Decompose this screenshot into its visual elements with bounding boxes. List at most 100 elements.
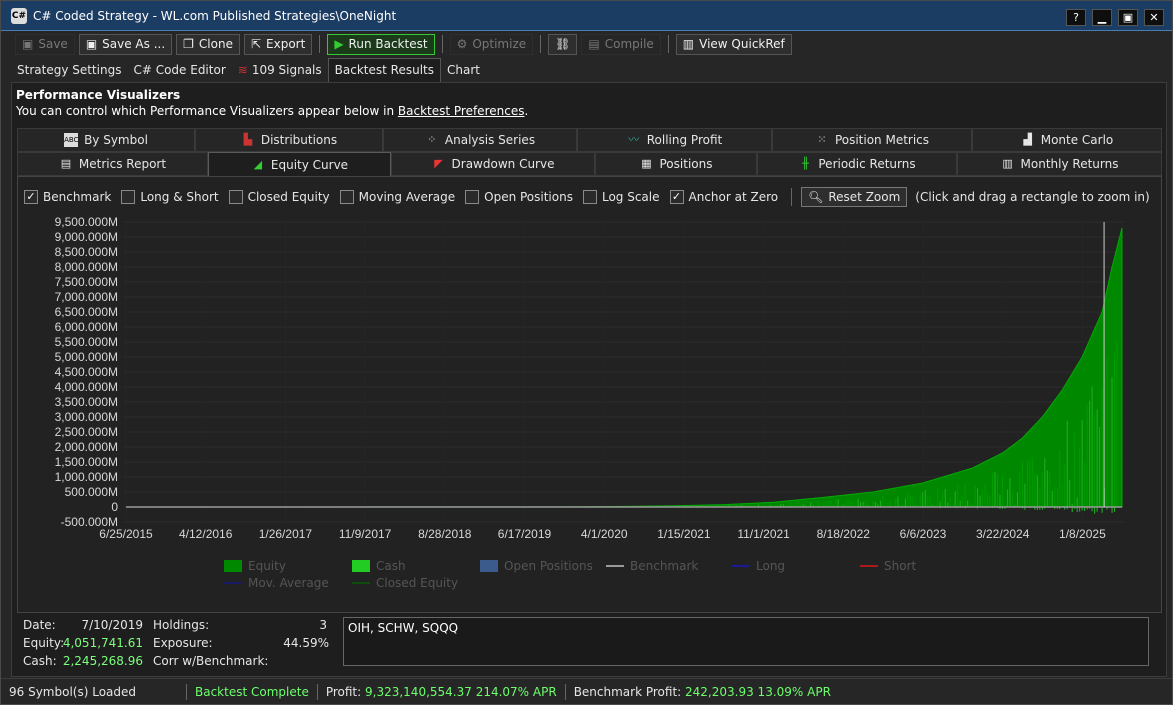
books-icon: ▥ — [682, 37, 695, 51]
perf-subtitle: You can control which Performance Visual… — [16, 104, 529, 118]
equity-swatch — [224, 560, 242, 572]
tab-signals[interactable]: ≋ 109 Signals — [232, 58, 328, 82]
profit-status: Profit: 9,323,140,554.37 214.07% APR — [318, 683, 566, 700]
x-tick-label: 1/8/2025 — [1059, 527, 1106, 541]
tab-drawdown-curve[interactable]: ◤ Drawdown Curve — [391, 152, 595, 176]
equity-value: 4,051,741.61 — [62, 636, 143, 650]
cash-swatch — [352, 560, 370, 572]
long-short-checkbox[interactable]: Long & Short — [121, 190, 219, 204]
moving-average-checkbox[interactable]: Moving Average — [339, 190, 455, 204]
anchor-zero-checkbox[interactable]: ✓ Anchor at Zero — [669, 190, 778, 204]
run-backtest-button[interactable]: ▶ Run Backtest — [327, 33, 435, 55]
bars-icon: ▙ — [243, 133, 253, 146]
legend-closed-equity[interactable]: Closed Equity — [352, 576, 458, 590]
area-chart-icon: ◢ — [253, 157, 263, 171]
chart-legend: Equity Cash Open Positions Benchmark Lon… — [224, 559, 984, 599]
y-tick-label: 6,500.000M — [55, 305, 118, 319]
legend-open-positions[interactable]: Open Positions — [480, 559, 593, 573]
open-positions-swatch — [480, 560, 498, 572]
chart-options: ✓ Benchmark Long & Short Closed Equity Mo… — [24, 187, 1150, 207]
holdings-value: 3 — [319, 618, 327, 632]
y-tick-label: 1,500.000M — [55, 455, 118, 469]
log-scale-checkbox[interactable]: Log Scale — [582, 190, 660, 204]
link-button[interactable]: ⛓ — [548, 33, 578, 55]
toolbar-separator — [441, 35, 443, 53]
maximize-button[interactable]: ▣ — [1118, 9, 1138, 26]
tab-monthly-returns[interactable]: ▥ Monthly Returns — [957, 152, 1162, 176]
floppy-icon: ▣ — [22, 37, 34, 51]
tab-backtest-results[interactable]: Backtest Results — [327, 58, 441, 82]
performance-visualizers-panel: Performance Visualizers You can control … — [11, 82, 1167, 677]
tab-code-editor[interactable]: C# Code Editor — [127, 58, 231, 82]
y-tick-label: 500.000M — [65, 485, 118, 499]
toolbar-separator — [540, 35, 542, 53]
y-tick-label: 8,000.000M — [55, 260, 118, 274]
x-tick-label: 1/15/2021 — [657, 527, 711, 541]
tab-distributions[interactable]: ▙ Distributions — [195, 128, 383, 152]
benchmark-swatch — [606, 565, 624, 567]
long-swatch — [732, 565, 750, 567]
cash-value: 2,245,268.96 — [62, 654, 143, 668]
export-button[interactable]: ⇱ Export — [243, 33, 313, 55]
exposure-value: 44.59% — [283, 636, 329, 650]
compile-icon: ▤ — [588, 37, 600, 51]
scatter-icon: ⁘ — [427, 133, 437, 146]
legend-long[interactable]: Long — [732, 559, 785, 573]
save-button[interactable]: ▣ Save — [15, 33, 75, 55]
legend-short[interactable]: Short — [860, 559, 916, 573]
benchmark-checkbox[interactable]: ✓ Benchmark — [24, 190, 111, 204]
gears-icon: ⚙ — [456, 37, 468, 51]
x-tick-label: 11/9/2017 — [339, 527, 392, 541]
open-positions-checkbox[interactable]: Open Positions — [465, 190, 573, 204]
minimize-button[interactable]: ▁ — [1092, 9, 1112, 26]
clone-button[interactable]: ❐ Clone — [176, 33, 240, 55]
help-button[interactable]: ? — [1066, 9, 1086, 26]
view-quickref-button[interactable]: ▥ View QuickRef — [675, 33, 792, 55]
tab-equity-curve[interactable]: ◢ Equity Curve — [208, 152, 391, 176]
floppy-icon: ▣ — [85, 37, 98, 51]
y-tick-label: 2,000.000M — [55, 440, 118, 454]
document-icon: ▤ — [60, 157, 72, 170]
legend-cash[interactable]: Cash — [352, 559, 406, 573]
tab-strategy-settings[interactable]: Strategy Settings — [11, 58, 127, 82]
tab-position-metrics[interactable]: ⁙ Position Metrics — [772, 128, 972, 152]
closed-equity-checkbox[interactable]: Closed Equity — [228, 190, 330, 204]
tab-monte-carlo[interactable]: ▟ Monte Carlo — [972, 128, 1162, 152]
legend-mov-average[interactable]: Mov. Average — [224, 576, 329, 590]
histogram-icon: ▟ — [1023, 133, 1032, 146]
tab-metrics-report[interactable]: ▤ Metrics Report — [17, 152, 208, 176]
reset-zoom-button[interactable]: 🔍︎ Reset Zoom — [801, 187, 908, 207]
symbols-box[interactable]: OIH, SCHW, SQQQ — [343, 617, 1149, 666]
tab-rolling-profit[interactable]: 〰 Rolling Profit — [577, 128, 772, 152]
visualizer-tab-row-2: ▤ Metrics Report ◢ Equity Curve ◤ Drawdown … — [17, 152, 1162, 176]
tab-by-symbol[interactable]: ABC By Symbol — [17, 128, 195, 152]
x-tick-label: 8/18/2022 — [817, 527, 871, 541]
close-button[interactable]: ✕ — [1144, 9, 1164, 26]
legend-benchmark[interactable]: Benchmark — [606, 559, 698, 573]
mov-average-swatch — [224, 582, 242, 584]
save-as-button[interactable]: ▣ Save As ... — [78, 33, 173, 55]
y-tick-label: 4,000.000M — [55, 380, 118, 394]
backtest-preferences-link[interactable]: Backtest Preferences — [398, 104, 525, 118]
x-tick-label: 6/17/2019 — [498, 527, 552, 541]
optimize-button[interactable]: ⚙ Optimize — [449, 33, 534, 55]
title-bar: C# C# Coded Strategy - WL.com Published … — [1, 1, 1172, 31]
tab-chart[interactable]: Chart — [441, 58, 486, 82]
tab-periodic-returns[interactable]: ╫ Periodic Returns — [757, 152, 957, 176]
visualizer-tab-row-1: ABC By Symbol ▙ Distributions ⁘ Analysis Se… — [17, 128, 1162, 152]
x-tick-label: 6/25/2015 — [99, 527, 153, 541]
equity-chart[interactable]: 9,500.000M9,000.000M8,500.000M8,000.000M… — [18, 177, 1163, 614]
x-tick-label: 4/12/2016 — [179, 527, 233, 541]
exposure-label: Exposure: — [153, 636, 213, 650]
play-icon: ▶ — [334, 37, 344, 51]
x-tick-label: 1/26/2017 — [259, 527, 313, 541]
y-tick-label: 8,500.000M — [55, 245, 118, 259]
wave-icon: 〰 — [628, 133, 640, 146]
benchmark-profit-status: Benchmark Profit: 242,203.93 13.09% APR — [573, 684, 831, 699]
tab-positions[interactable]: ▦ Positions — [595, 152, 757, 176]
dots-icon: ⁙ — [817, 133, 827, 146]
tab-analysis-series[interactable]: ⁘ Analysis Series — [383, 128, 577, 152]
legend-equity[interactable]: Equity — [224, 559, 286, 573]
y-tick-label: 9,500.000M — [55, 215, 118, 229]
compile-button[interactable]: ▤ Compile — [581, 33, 661, 55]
